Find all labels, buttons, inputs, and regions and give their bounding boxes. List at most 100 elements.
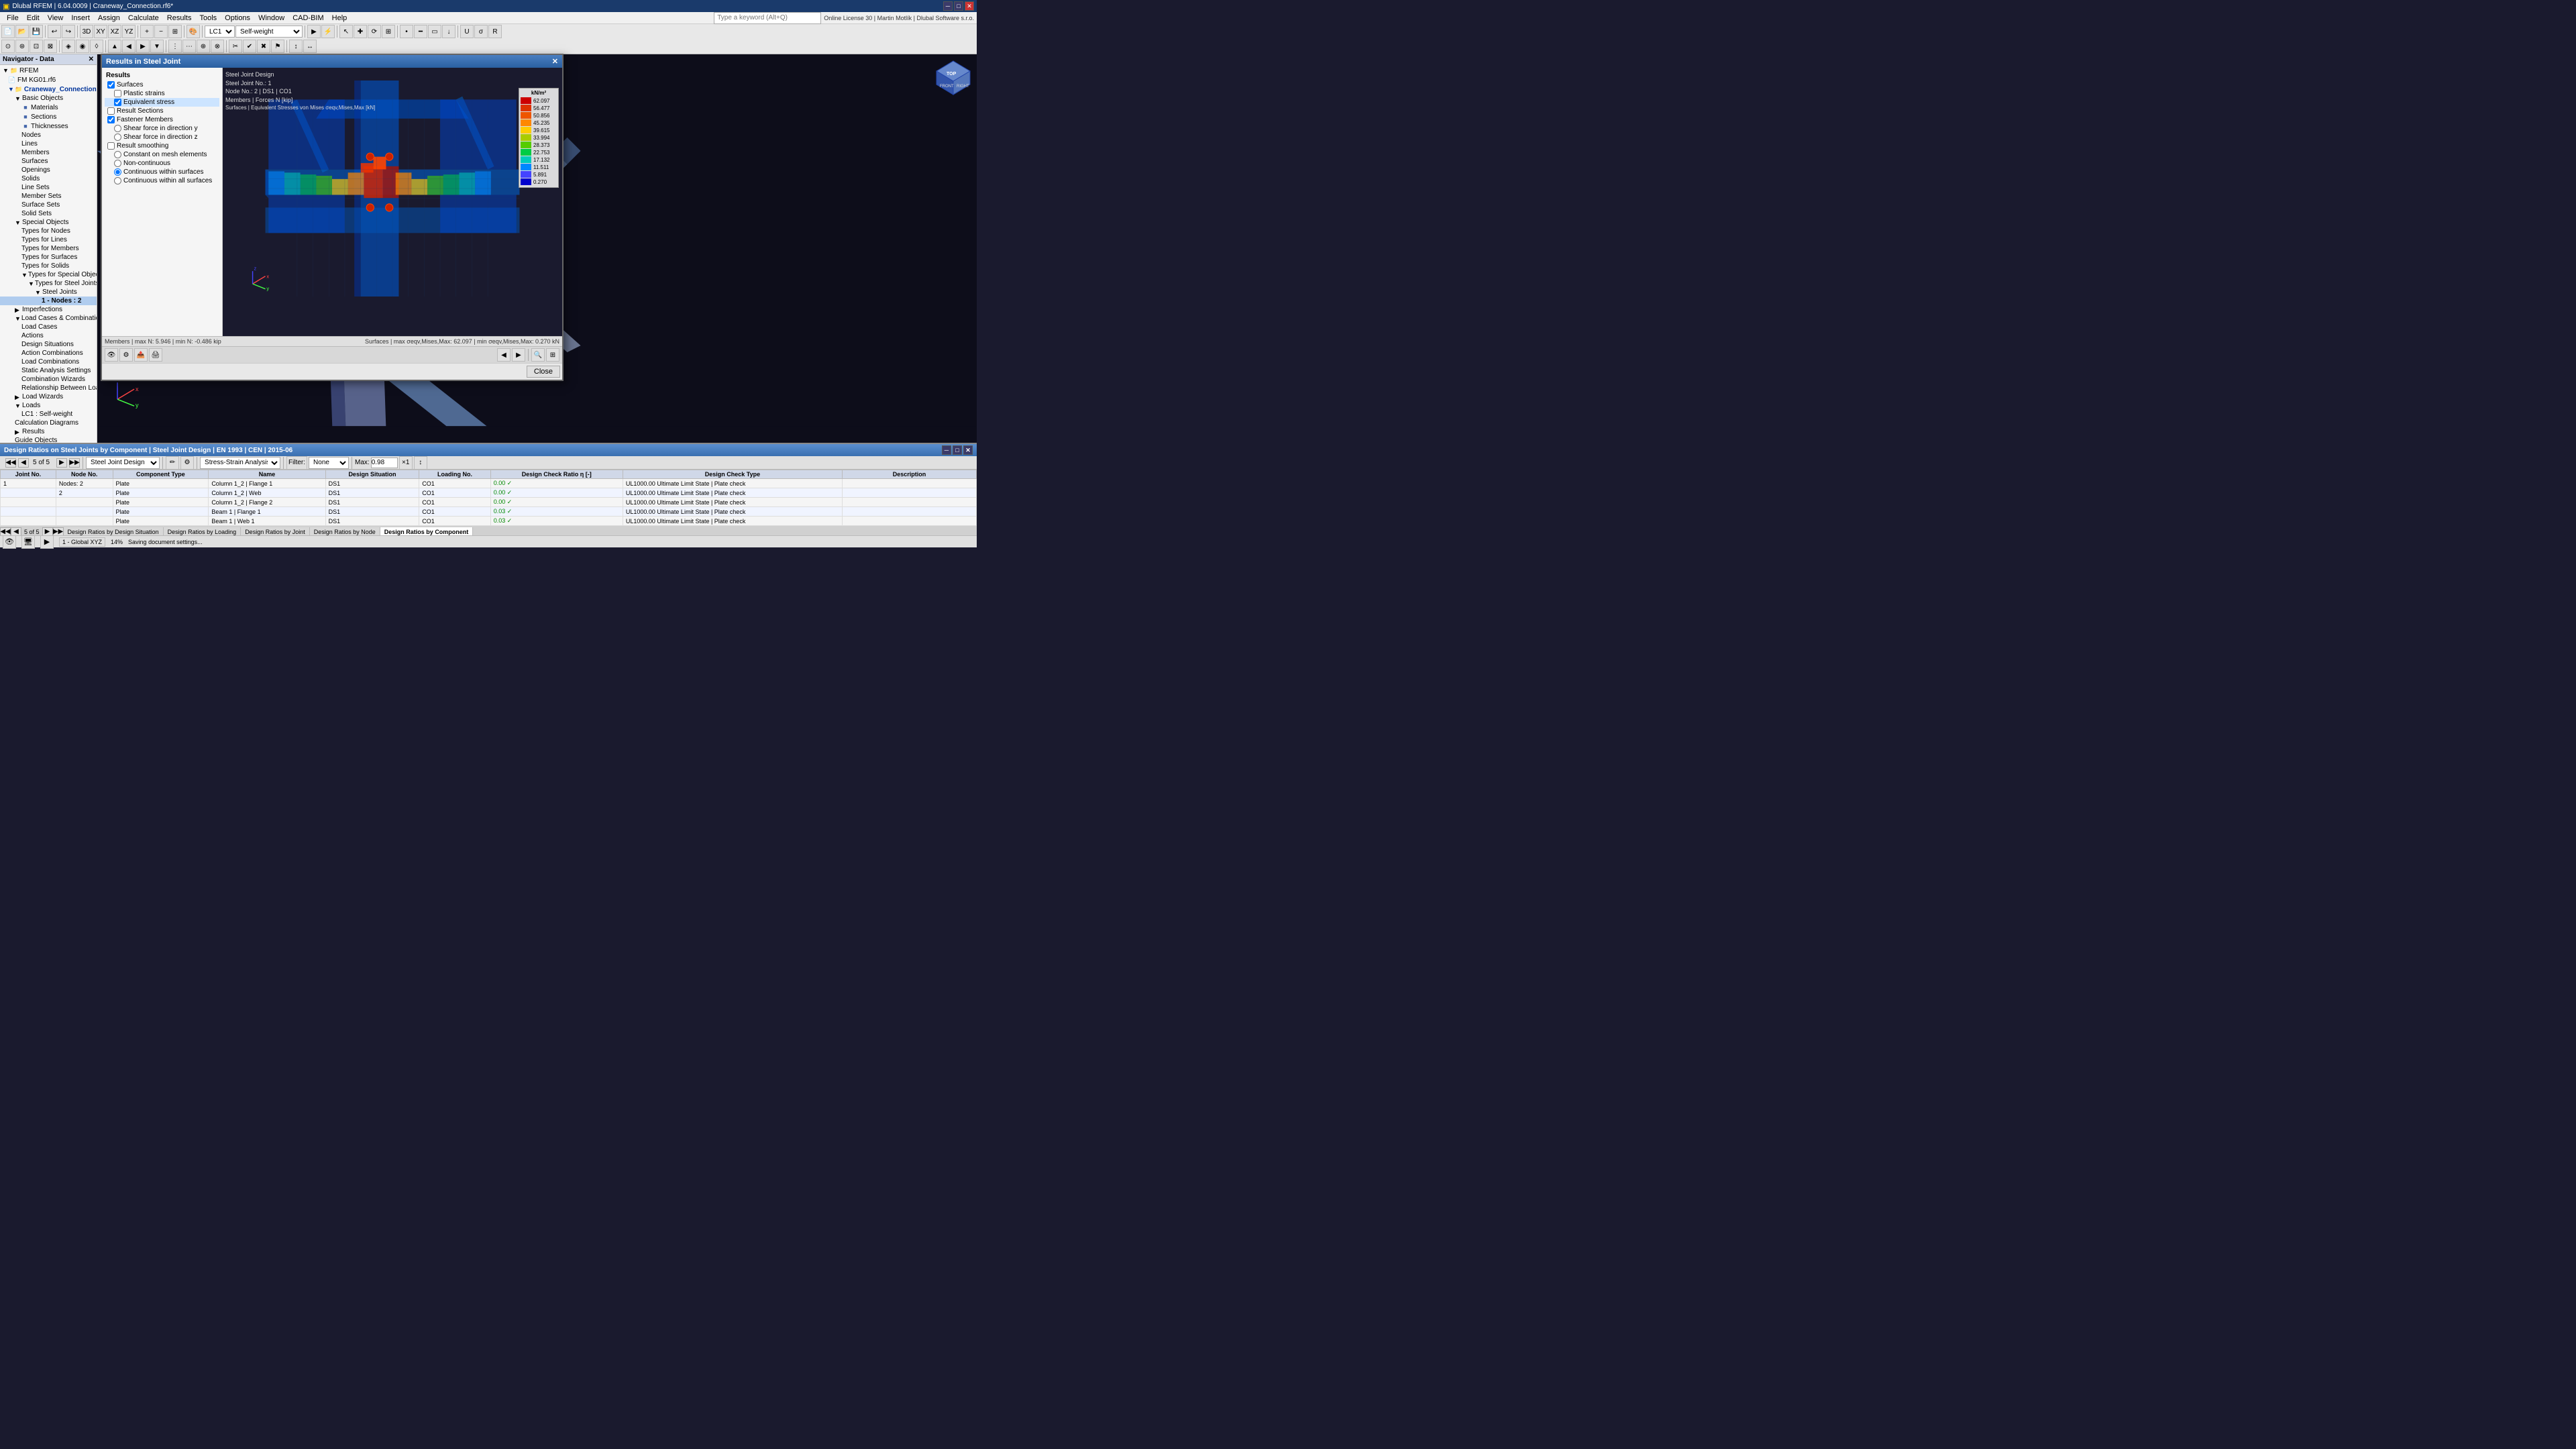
tb2-3[interactable]: ⊡ — [30, 40, 43, 53]
maximize-button[interactable]: □ — [954, 1, 963, 11]
nav-members[interactable]: Members — [0, 148, 97, 157]
filter-dropdown[interactable]: None — [309, 457, 349, 469]
tb2-7[interactable]: ◊ — [90, 40, 103, 53]
equiv-stress-item[interactable]: Equivalent stress — [105, 98, 219, 107]
nav-load-comb[interactable]: Load Combinations — [0, 358, 97, 366]
menu-file[interactable]: File — [3, 13, 23, 23]
results-tb-nav-prev[interactable]: ◀ — [497, 348, 511, 362]
smoothing-checkbox[interactable] — [107, 142, 115, 150]
nav-solid-sets[interactable]: Solid Sets — [0, 209, 97, 218]
tb2-17[interactable]: ✔ — [243, 40, 256, 53]
btb-filter[interactable]: Filter: — [286, 456, 307, 470]
nav-design-sit[interactable]: Design Situations — [0, 340, 97, 349]
tb-member[interactable]: ━ — [414, 25, 427, 38]
nav-solids[interactable]: Solids — [0, 174, 97, 183]
minimize-button[interactable]: ─ — [943, 1, 953, 11]
tb-open[interactable]: 📂 — [15, 25, 29, 38]
continuous-all-item[interactable]: Continuous within all surfaces — [105, 176, 219, 185]
tb-undo[interactable]: ↩ — [48, 25, 61, 38]
tb-save[interactable]: 💾 — [30, 25, 43, 38]
nav-materials[interactable]: ■ Materials — [0, 103, 97, 112]
table-row[interactable]: Plate Column 1_2 | Flange 2 DS1 CO1 0.00… — [1, 498, 977, 507]
nav-comb-wizards[interactable]: Combination Wizards — [0, 375, 97, 384]
tb2-20[interactable]: ↕ — [289, 40, 303, 53]
tb-new[interactable]: 📄 — [1, 25, 15, 38]
rfem-expand[interactable]: ▼ — [3, 67, 9, 74]
nav-load-cases-comb[interactable]: ▼ Load Cases & Combinations — [0, 314, 97, 323]
load-case-name-dropdown[interactable]: Self-weight — [235, 25, 303, 38]
navigation-cube[interactable]: TOP FRONT RIGHT — [933, 58, 973, 98]
results-tb-4[interactable]: 🖨 — [149, 348, 162, 362]
project-expand[interactable]: ▼ — [8, 86, 14, 93]
nav-rfem[interactable]: ▼ 📁 RFEM — [0, 66, 97, 75]
tb2-4[interactable]: ⊠ — [44, 40, 57, 53]
sj-expand[interactable]: ▼ — [35, 289, 42, 296]
result-smoothing-item[interactable]: Result smoothing — [105, 142, 219, 150]
results-tb-zoom-fit[interactable]: ⊞ — [546, 348, 559, 362]
non-continuous-radio[interactable] — [114, 160, 121, 167]
tb-node[interactable]: • — [400, 25, 413, 38]
nav-openings[interactable]: Openings — [0, 166, 97, 174]
max-input[interactable] — [371, 458, 398, 468]
lcc-expand[interactable]: ▼ — [15, 315, 21, 322]
basic-expand[interactable]: ▼ — [15, 95, 21, 102]
shear-y-radio[interactable] — [114, 125, 121, 132]
nav-special-objects[interactable]: ▼ Special Objects — [0, 218, 97, 227]
nav-lc1[interactable]: LC1 : Self-weight — [0, 410, 97, 419]
tb2-10[interactable]: ▶ — [136, 40, 150, 53]
result-sections-item[interactable]: Result Sections — [105, 107, 219, 115]
tb2-2[interactable]: ⊛ — [15, 40, 29, 53]
tb-3d[interactable]: 3D — [80, 25, 93, 38]
surfaces-checkbox[interactable] — [107, 81, 115, 89]
non-continuous-item[interactable]: Non-continuous — [105, 159, 219, 168]
tb2-15[interactable]: ⊗ — [211, 40, 224, 53]
tb-move[interactable]: ✚ — [354, 25, 367, 38]
plastic-strains-checkbox[interactable] — [114, 90, 121, 97]
search-input[interactable] — [714, 12, 821, 24]
nav-types-solids[interactable]: Types for Solids — [0, 262, 97, 270]
surfaces-tree-item[interactable]: Surfaces — [105, 80, 219, 89]
menu-calculate[interactable]: Calculate — [124, 13, 163, 23]
tb-play[interactable]: ▶ — [307, 25, 321, 38]
tb-stress[interactable]: σ — [474, 25, 488, 38]
menu-view[interactable]: View — [44, 13, 68, 23]
nav-project[interactable]: ▼ 📁 Craneway_Connection.rf6* — [0, 85, 97, 94]
tb-redo[interactable]: ↪ — [62, 25, 75, 38]
results-dialog-close-icon[interactable]: ✕ — [552, 57, 558, 66]
steel-joints-expand[interactable]: ▼ — [28, 280, 34, 287]
stress-analysis-dropdown[interactable]: Stress-Strain Analysis — [200, 457, 280, 469]
tb2-21[interactable]: ↔ — [303, 40, 317, 53]
menu-results[interactable]: Results — [163, 13, 196, 23]
nav-surface-sets[interactable]: Surface Sets — [0, 201, 97, 209]
nav-file[interactable]: 📄 FM KG01.rf6 — [0, 75, 97, 85]
tb-select[interactable]: ↖ — [339, 25, 353, 38]
results-tb-3[interactable]: 📤 — [134, 348, 148, 362]
nav-load-cases[interactable]: Load Cases — [0, 323, 97, 331]
tb-zoom-out[interactable]: − — [154, 25, 168, 38]
continuous-all-radio[interactable] — [114, 177, 121, 184]
nav-loads[interactable]: ▼ Loads — [0, 401, 97, 410]
nav-surfaces[interactable]: Surfaces — [0, 157, 97, 166]
menu-help[interactable]: Help — [328, 13, 352, 23]
nav-line-sets[interactable]: Line Sets — [0, 183, 97, 192]
tb-load[interactable]: ↓ — [442, 25, 455, 38]
btb-arrows[interactable]: ↕ — [414, 456, 427, 470]
tb2-5[interactable]: ◈ — [62, 40, 75, 53]
tb2-13[interactable]: ⋯ — [182, 40, 196, 53]
continuous-surfaces-item[interactable]: Continuous within surfaces — [105, 168, 219, 176]
btb-scale[interactable]: ×1 — [399, 456, 413, 470]
nav-lines[interactable]: Lines — [0, 140, 97, 148]
lw-expand[interactable]: ▶ — [15, 394, 21, 400]
constant-mesh-item[interactable]: Constant on mesh elements — [105, 150, 219, 159]
shear-z-item[interactable]: Shear force in direction z — [105, 133, 219, 142]
btb-edit[interactable]: ✏ — [166, 456, 179, 470]
nav-steel-joints[interactable]: ▼ Steel Joints — [0, 288, 97, 297]
nav-types-special[interactable]: ▼ Types for Special Objects — [0, 270, 97, 279]
shear-y-item[interactable]: Shear force in direction y — [105, 124, 219, 133]
tb-yz[interactable]: YZ — [122, 25, 136, 38]
design-module-dropdown[interactable]: Steel Joint Design — [86, 457, 160, 469]
tb2-14[interactable]: ⊕ — [197, 40, 210, 53]
tb-xy[interactable]: XY — [94, 25, 107, 38]
nav-joint-1[interactable]: 1 - Nodes : 2 — [0, 297, 97, 305]
menu-cad-bim[interactable]: CAD-BIM — [288, 13, 327, 23]
